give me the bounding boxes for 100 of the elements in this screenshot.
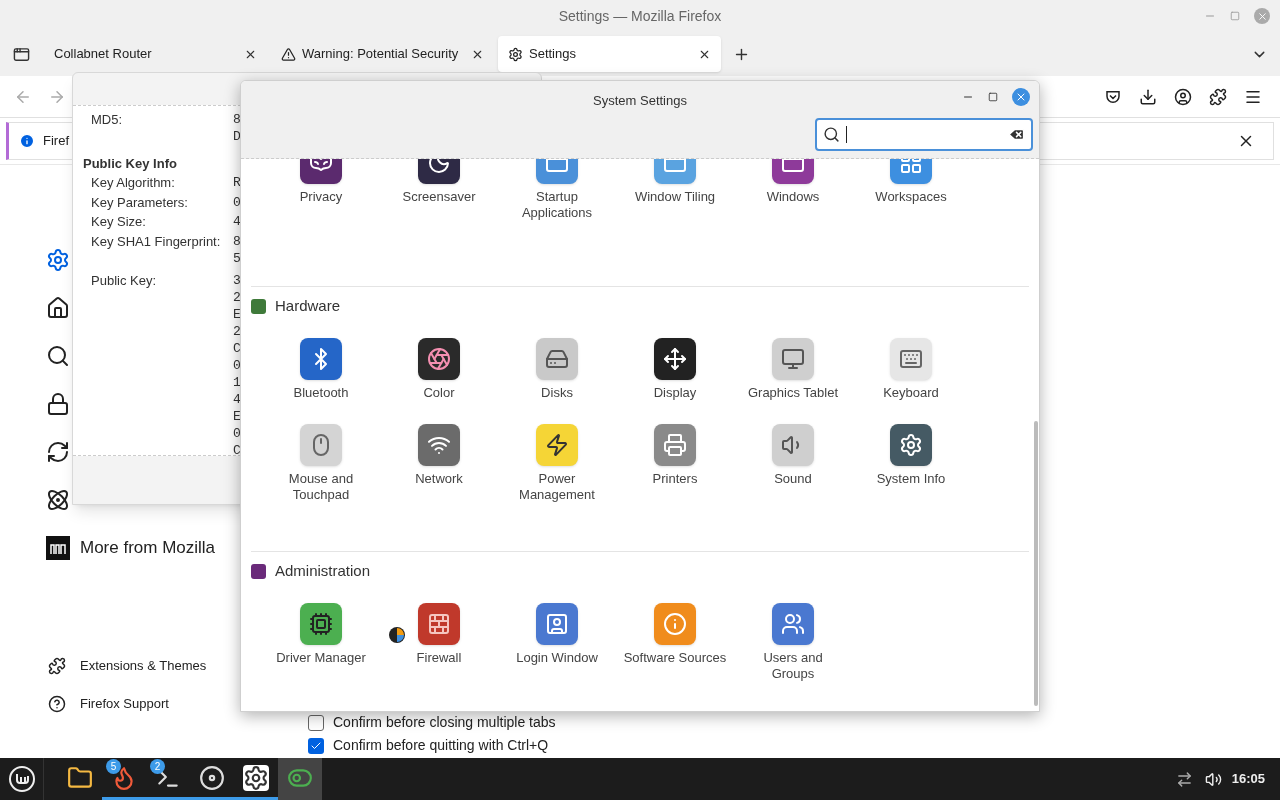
users-icon[interactable] bbox=[772, 603, 814, 645]
maximize-icon[interactable] bbox=[988, 92, 998, 102]
settings-item-label[interactable]: Startup Applications bbox=[505, 189, 609, 221]
chip-icon[interactable] bbox=[300, 603, 342, 645]
gear-icon[interactable] bbox=[890, 424, 932, 466]
notification-badge: 2 bbox=[150, 759, 165, 774]
brick-wall-icon[interactable] bbox=[418, 603, 460, 645]
busy-cursor-icon bbox=[388, 626, 406, 644]
sidebar-item[interactable]: More from Mozilla bbox=[80, 535, 216, 561]
notification-text: Firef bbox=[43, 132, 69, 151]
settings-item-label[interactable]: Bluetooth bbox=[269, 385, 373, 401]
settings-item-label[interactable]: Sound bbox=[741, 471, 845, 487]
field-label: Key SHA1 Fingerprint: bbox=[91, 232, 222, 251]
checkbox[interactable] bbox=[308, 737, 324, 754]
field-value: 4 bbox=[233, 390, 241, 408]
atom-icon[interactable] bbox=[46, 488, 70, 512]
clock[interactable]: 16:05 bbox=[1231, 769, 1265, 789]
settings-item-label[interactable]: Window Tiling bbox=[623, 189, 727, 205]
settings-item-label[interactable]: Workspaces bbox=[859, 189, 963, 205]
field-value: C bbox=[233, 441, 241, 455]
tab-title: Collabnet Router bbox=[54, 45, 153, 64]
search-icon bbox=[823, 126, 840, 143]
lightning-icon[interactable] bbox=[536, 424, 578, 466]
settings-item-label[interactable]: Power Management bbox=[505, 471, 609, 503]
settings-item-label[interactable]: Windows bbox=[741, 189, 845, 205]
field-label: MD5: bbox=[91, 111, 124, 129]
tab-title: Warning: Potential Security bbox=[302, 45, 460, 64]
logo[interactable] bbox=[7, 765, 36, 793]
bluetooth-icon[interactable] bbox=[300, 338, 342, 380]
tab-list-icon[interactable] bbox=[12, 45, 30, 63]
field-value: 2 bbox=[233, 288, 241, 306]
tab[interactable]: Settings bbox=[498, 36, 721, 72]
lock-icon[interactable] bbox=[46, 392, 70, 416]
section-icon bbox=[251, 563, 266, 579]
notification-badge: 5 bbox=[106, 759, 121, 774]
account-icon[interactable] bbox=[1174, 87, 1192, 106]
checkbox[interactable] bbox=[308, 714, 324, 731]
settings-item-label[interactable]: Keyboard bbox=[859, 385, 963, 401]
settings-item-label[interactable]: Printers bbox=[623, 471, 727, 487]
text-cursor bbox=[846, 126, 847, 143]
section-title: Hardware bbox=[275, 295, 341, 316]
settings-item-label[interactable]: Disks bbox=[505, 385, 609, 401]
settings-item-label[interactable]: Mouse and Touchpad bbox=[269, 471, 373, 503]
search-field[interactable] bbox=[815, 118, 1033, 151]
tab[interactable]: Collabnet Router bbox=[44, 36, 267, 72]
download-icon[interactable] bbox=[1139, 87, 1157, 106]
folder-icon[interactable] bbox=[67, 764, 93, 791]
field-value: 2 bbox=[233, 322, 241, 340]
wifi-icon[interactable] bbox=[418, 424, 460, 466]
gear-icon[interactable] bbox=[243, 764, 269, 791]
settings-item-label[interactable]: Software Sources bbox=[623, 650, 727, 666]
field-value: E bbox=[233, 305, 241, 323]
sidebar-link[interactable]: Firefox Support bbox=[80, 694, 169, 714]
settings-item-label[interactable]: Privacy bbox=[269, 189, 373, 205]
printer-icon[interactable] bbox=[654, 424, 696, 466]
field-value: 1 bbox=[233, 373, 241, 391]
mouse-icon[interactable] bbox=[300, 424, 342, 466]
field-value: E bbox=[233, 407, 241, 425]
settings-item-label[interactable]: Display bbox=[623, 385, 727, 401]
sync-icon[interactable] bbox=[46, 440, 70, 464]
field-label: Key Algorithm: bbox=[91, 174, 176, 192]
field-value: 5 bbox=[233, 249, 241, 267]
field-label: Public Key: bbox=[91, 271, 158, 290]
color-wheel-icon[interactable] bbox=[418, 338, 460, 380]
home-icon[interactable] bbox=[46, 296, 70, 320]
volume-icon[interactable] bbox=[1204, 770, 1222, 788]
field-value: 8 bbox=[233, 232, 241, 250]
field-value: R bbox=[233, 174, 241, 191]
field-value: 0 bbox=[233, 424, 241, 442]
settings-item-label[interactable]: Network bbox=[387, 471, 491, 487]
extensions-icon bbox=[48, 657, 66, 675]
monitor-icon[interactable] bbox=[772, 338, 814, 380]
arrows-icon[interactable] bbox=[654, 338, 696, 380]
window-title: Settings — Mozilla Firefox bbox=[558, 6, 722, 26]
help-icon bbox=[48, 695, 66, 713]
settings-item-label[interactable]: Driver Manager bbox=[269, 650, 373, 666]
settings-item-label[interactable]: Firewall bbox=[387, 650, 491, 666]
scrollbar[interactable] bbox=[1034, 421, 1038, 706]
field-value: 0 bbox=[233, 356, 241, 374]
sidebar-link[interactable]: Extensions & Themes bbox=[80, 656, 207, 676]
checkbox-label: Confirm before quitting with Ctrl+Q bbox=[333, 736, 549, 755]
field-value: 0 bbox=[233, 193, 241, 211]
settings-item-label[interactable]: Color bbox=[387, 385, 491, 401]
mozilla-m-icon[interactable] bbox=[46, 536, 70, 560]
settings-item-label[interactable]: Login Window bbox=[505, 650, 609, 666]
field-value: C bbox=[233, 339, 241, 357]
section-icon bbox=[251, 298, 266, 314]
disc-icon[interactable] bbox=[199, 764, 225, 791]
gear-icon bbox=[508, 46, 523, 62]
keyboard-icon[interactable] bbox=[890, 338, 932, 380]
search-icon[interactable] bbox=[46, 344, 70, 368]
settings-item-label[interactable]: System Info bbox=[859, 471, 963, 487]
settings-item-label[interactable]: Users and Groups bbox=[741, 650, 845, 682]
speaker-icon[interactable] bbox=[772, 424, 814, 466]
network-icon[interactable] bbox=[1175, 770, 1193, 788]
tab[interactable]: Warning: Potential Security bbox=[271, 36, 494, 72]
settings-item-label[interactable]: Graphics Tablet bbox=[741, 385, 845, 401]
settings-item-label[interactable]: Screensaver bbox=[387, 189, 491, 205]
extensions-icon[interactable] bbox=[1209, 87, 1227, 106]
login-screen-icon[interactable] bbox=[536, 603, 578, 645]
